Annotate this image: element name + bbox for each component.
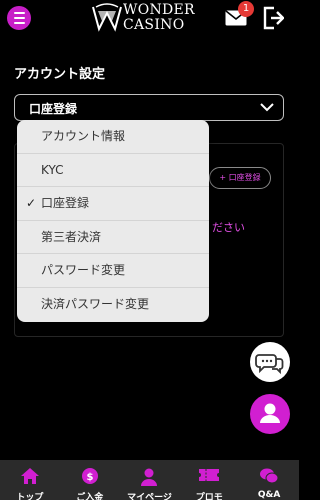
account-fab-button[interactable] bbox=[250, 394, 290, 434]
ticket-icon bbox=[199, 469, 220, 481]
select-current-value: 口座登録 bbox=[29, 102, 78, 116]
dropdown-option-kyc[interactable]: KYC bbox=[17, 154, 209, 188]
nav-top[interactable]: トップ bbox=[0, 460, 60, 500]
checkmark-icon: ✓ bbox=[26, 196, 37, 211]
home-icon bbox=[20, 468, 39, 484]
option-label: 口座登録 bbox=[41, 196, 90, 211]
nav-label: プロモ bbox=[195, 493, 223, 500]
option-label: 第三者決済 bbox=[41, 229, 102, 244]
card-message-text: ださい bbox=[212, 221, 245, 234]
user-icon bbox=[260, 403, 280, 423]
logo-text-casino: CASINO bbox=[123, 17, 185, 33]
live-chat-button[interactable] bbox=[250, 342, 290, 382]
nav-qa[interactable]: Q&A bbox=[239, 460, 299, 500]
dropdown-option-account-info[interactable]: アカウント情報 bbox=[17, 120, 209, 154]
nav-deposit[interactable]: $ ご入金 bbox=[60, 460, 120, 500]
nav-label: マイページ bbox=[127, 493, 172, 500]
page-title: アカウント設定 bbox=[14, 67, 106, 82]
menu-line-icon bbox=[13, 12, 25, 14]
option-label: KYC bbox=[41, 162, 64, 177]
chevron-down-icon bbox=[260, 103, 274, 112]
chat-icon bbox=[260, 468, 279, 484]
option-label: パスワード変更 bbox=[41, 263, 126, 278]
dropdown-option-bank-registration[interactable]: ✓ 口座登録 bbox=[17, 187, 209, 221]
nav-mypage[interactable]: マイページ bbox=[120, 460, 180, 500]
top-header: WONDER CASINO 1 bbox=[0, 0, 299, 38]
option-label: 決済パスワード変更 bbox=[41, 296, 150, 311]
dropdown-option-change-password[interactable]: パスワード変更 bbox=[17, 254, 209, 288]
svg-text:$: $ bbox=[86, 472, 93, 483]
option-label: アカウント情報 bbox=[41, 129, 126, 143]
add-bank-account-button[interactable]: + 口座登録 bbox=[209, 167, 271, 189]
account-settings-select[interactable]: 口座登録 bbox=[14, 94, 284, 121]
nav-label: ご入金 bbox=[76, 493, 104, 500]
logout-icon[interactable] bbox=[262, 6, 284, 30]
nav-label: トップ bbox=[16, 493, 44, 500]
logo-emblem-icon bbox=[92, 3, 122, 32]
dropdown-option-third-party-payment[interactable]: 第三者決済 bbox=[17, 221, 209, 255]
chat-bubbles-icon bbox=[255, 354, 284, 375]
mail-unread-badge: 1 bbox=[238, 1, 254, 17]
user-icon bbox=[141, 468, 158, 486]
bottom-navigation: トップ $ ご入金 マイページ プロモ Q&A bbox=[0, 460, 299, 500]
dropdown-option-change-payment-password[interactable]: 決済パスワード変更 bbox=[17, 288, 209, 322]
account-settings-dropdown: アカウント情報 KYC ✓ 口座登録 第三者決済 パスワード変更 決済パスワード… bbox=[17, 120, 209, 322]
nav-promo[interactable]: プロモ bbox=[179, 460, 239, 500]
menu-line-icon bbox=[13, 17, 25, 19]
deposit-icon: $ bbox=[81, 468, 98, 484]
nav-label: Q&A bbox=[257, 490, 281, 500]
logo-text-wonder: WONDER bbox=[123, 2, 195, 18]
hamburger-menu-button[interactable] bbox=[7, 6, 31, 30]
wonder-casino-logo[interactable]: WONDER CASINO bbox=[90, 1, 212, 35]
menu-line-icon bbox=[13, 22, 25, 24]
